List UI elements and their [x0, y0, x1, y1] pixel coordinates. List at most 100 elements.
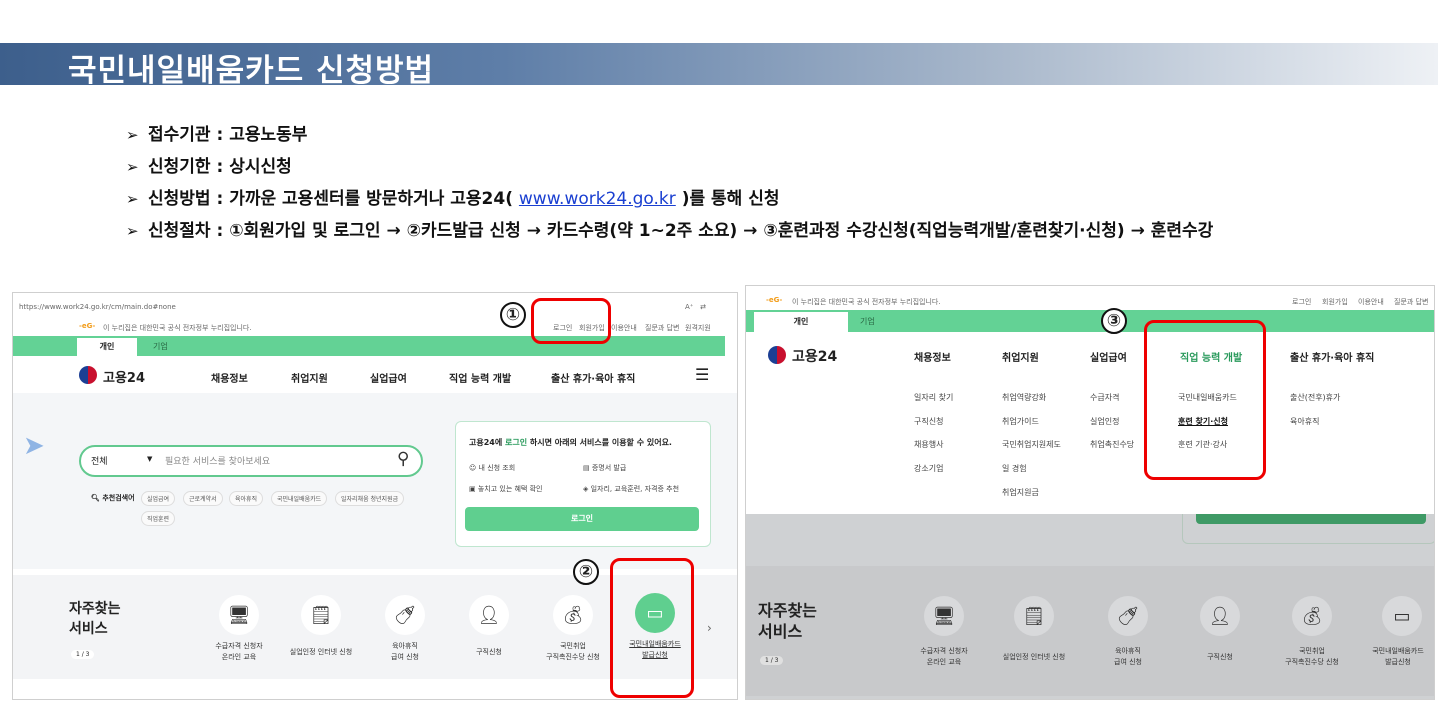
menu-job-guide[interactable]: 취업가이드 [1002, 416, 1039, 427]
chip-vocational[interactable]: 직업훈련 [141, 511, 176, 526]
service-label: 실업인정 인터넷 신청 [1002, 653, 1066, 661]
services-title-line: 서비스 [69, 621, 108, 637]
panel-item-certificates[interactable]: ▤ 증명서 발급 [583, 463, 626, 473]
services-title: 자주찾는 서비스 [758, 600, 817, 642]
search-scope[interactable]: 전체 [91, 454, 108, 467]
menu-job-promotion[interactable]: 취업촉진수당 [1090, 439, 1134, 450]
top-link-login[interactable]: 로그인 [1292, 297, 1311, 307]
nav-parental-leave[interactable]: 출산 휴가·육아 휴직 [551, 370, 635, 385]
menu-work-experience[interactable]: 일 경험 [1002, 463, 1027, 474]
step-2-marker: ② [573, 559, 599, 585]
service-online-edu[interactable]: 수급자격 신청자 온라인 교육 [902, 646, 986, 668]
service-label: 구직촉진수당 신청 [546, 653, 600, 661]
hamburger-menu-icon[interactable]: ☰ [695, 365, 709, 384]
card-icon[interactable]: ▭ [1382, 596, 1422, 636]
goyong24-logo-icon [79, 366, 97, 384]
baby-bottle-icon[interactable]: 🍼︎ [385, 595, 425, 635]
service-online-edu[interactable]: 수급자격 신청자 온라인 교육 [199, 641, 279, 663]
nav-vocational-training[interactable]: 직업 능력 개발 [449, 370, 511, 385]
nav-employment-support[interactable]: 취업지원 [291, 370, 328, 385]
menu-unemployment-cert[interactable]: 실업인정 [1090, 416, 1119, 427]
menu-eligibility[interactable]: 수급자격 [1090, 392, 1119, 403]
service-parental-pay[interactable]: 육아휴직 급여 신청 [365, 641, 445, 663]
nav-jobs[interactable]: 채용정보 [211, 370, 248, 385]
panel-item-text: 놓치고 있는 혜택 확인 [477, 485, 543, 493]
menu-small-giants[interactable]: 강소기업 [914, 463, 943, 474]
chip-labor-contract[interactable]: 근로계약서 [183, 491, 223, 506]
monitor-icon[interactable]: 🖥︎ [924, 596, 964, 636]
chip-naeil-card[interactable]: 국민내일배움카드 [271, 491, 328, 506]
services-pager: 1 / 3 [760, 656, 784, 665]
heading-login-link[interactable]: 로그인 [505, 438, 527, 447]
panel-item-text: 증명서 발급 [591, 464, 627, 472]
top-link-signup[interactable]: 회원가입 [1322, 297, 1348, 307]
nav-unemployment-benefit[interactable]: 실업급여 [370, 370, 407, 385]
right-screenshot: -eG- 이 누리집은 대한민국 공식 전자정부 누리집입니다. 로그인 회원가… [745, 285, 1435, 700]
tab-individual[interactable]: 개인 [77, 338, 137, 356]
service-job-promotion[interactable]: 국민취업 구직촉진수당 신청 [529, 641, 617, 663]
menu-parental-leave[interactable]: 육아휴직 [1290, 416, 1319, 427]
recommend-label: 🔍︎ 추천검색어 [91, 494, 135, 502]
document-edit-icon[interactable]: 🗒︎ [301, 595, 341, 635]
chip-unemployment[interactable]: 실업급여 [141, 491, 176, 506]
service-job-application[interactable]: 구직신청 [1180, 652, 1260, 663]
person-icon[interactable]: 👤︎ [1200, 596, 1240, 636]
panel-item-my-applications[interactable]: ☺ 내 신청 조회 [469, 463, 515, 473]
tab-business[interactable]: 기업 [153, 341, 168, 352]
service-parental-pay[interactable]: 육아휴직 급여 신청 [1088, 646, 1168, 668]
title-banner: 국민내일배움카드 신청방법 [0, 43, 1438, 89]
services-title: 자주찾는 서비스 [69, 599, 121, 639]
nav-employment-support[interactable]: 취업지원 [1002, 349, 1039, 364]
font-size-icon[interactable]: A⁺ ⇄ [685, 303, 706, 311]
person-icon[interactable]: 👤︎ [469, 595, 509, 635]
browser-url[interactable]: https://www.work24.go.kr/cm/main.do#none [19, 303, 176, 311]
menu-maternity-leave[interactable]: 출산(전후)휴가 [1290, 392, 1340, 403]
login-button[interactable]: 로그인 [465, 507, 699, 531]
search-icon[interactable]: ⚲ [397, 449, 409, 469]
bullet-text: )를 통해 신청 [675, 189, 780, 209]
menu-employability[interactable]: 취업역량강화 [1002, 392, 1046, 403]
menu-find-jobs[interactable]: 일자리 찾기 [914, 392, 953, 403]
top-link-qna[interactable]: 질문과 답변 [1394, 297, 1428, 307]
bullet-text: 신청기한 : 상시신청 [148, 157, 292, 177]
top-link-guide[interactable]: 이용안내 [1358, 297, 1384, 307]
arrow-icon: ➢ [126, 222, 139, 240]
chevron-down-icon[interactable]: ▼ [147, 455, 152, 463]
document-edit-icon[interactable]: 🗒︎ [1014, 596, 1054, 636]
tab-individual[interactable]: 개인 [754, 312, 848, 332]
nav-jobs[interactable]: 채용정보 [914, 349, 951, 364]
baby-bottle-icon[interactable]: 🍼︎ [1108, 596, 1148, 636]
menu-job-fairs[interactable]: 채용행사 [914, 439, 943, 450]
site-logo[interactable]: 고용24 [103, 367, 145, 386]
monitor-icon[interactable]: 🖥︎ [219, 595, 259, 635]
menu-national-employment[interactable]: 국민취업지원제도 [1002, 439, 1061, 450]
chip-youth-subsidy[interactable]: 일자리채움 청년지원금 [335, 491, 405, 506]
nav-parental-leave[interactable]: 출산 휴가·육아 휴직 [1290, 349, 1374, 364]
chevron-right-icon[interactable]: › [707, 621, 712, 635]
money-bag-icon[interactable]: 💰︎ [1292, 596, 1332, 636]
service-label: 온라인 교육 [221, 653, 257, 661]
service-naeil-card[interactable]: 국민내일배움카드 발급신청 [1356, 646, 1434, 668]
search-input[interactable]: 필요한 서비스를 찾아보세요 [165, 454, 270, 467]
panel-item-recommend[interactable]: ◈ 일자리, 교육훈련, 자격증 추천 [583, 484, 679, 494]
service-unemployment-cert[interactable]: 실업인정 인터넷 신청 [992, 652, 1076, 663]
service-job-application[interactable]: 구직신청 [449, 647, 529, 658]
service-job-promotion[interactable]: 국민취업 구직촉진수당 신청 [1266, 646, 1358, 668]
service-unemployment-cert[interactable]: 실업인정 인터넷 신청 [279, 647, 363, 658]
top-link-guide[interactable]: 이용안내 [611, 323, 637, 333]
work24-link[interactable]: www.work24.go.kr [519, 189, 676, 209]
panel-item-benefits[interactable]: ▣ 놓치고 있는 혜택 확인 [469, 484, 542, 494]
chip-parental-leave[interactable]: 육아휴직 [229, 491, 264, 506]
egov-logo-icon: -eG- [766, 296, 783, 304]
top-link-qna[interactable]: 질문과 답변 [645, 323, 679, 333]
menu-employment-subsidy[interactable]: 취업지원금 [1002, 487, 1039, 498]
service-label: 구직촉진수당 신청 [1285, 658, 1339, 666]
money-bag-icon[interactable]: 💰︎ [553, 595, 593, 635]
paper-plane-icon: ➤ [23, 431, 45, 461]
nav-unemployment-benefit[interactable]: 실업급여 [1090, 349, 1127, 364]
site-logo[interactable]: 고용24 [792, 346, 837, 366]
top-link-remote[interactable]: 원격지원 [685, 323, 711, 333]
menu-job-application[interactable]: 구직신청 [914, 416, 943, 427]
egov-logo-icon: -eG- [79, 322, 96, 330]
tab-business[interactable]: 기업 [860, 316, 875, 327]
